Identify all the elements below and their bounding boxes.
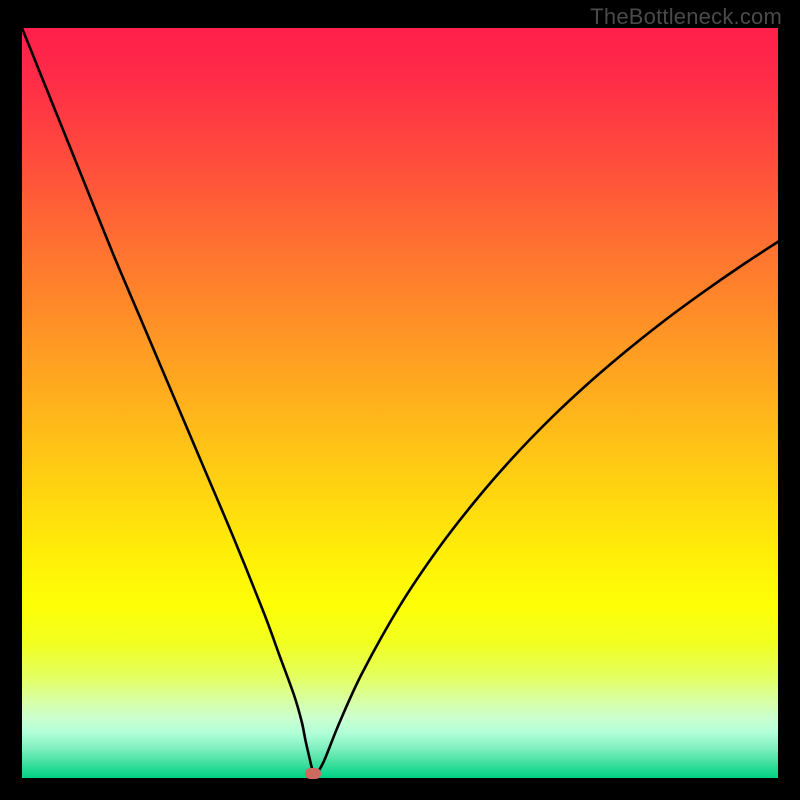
optimal-point-marker bbox=[305, 768, 321, 779]
curve-svg bbox=[22, 28, 778, 778]
bottleneck-curve-path bbox=[22, 28, 778, 775]
chart-frame: TheBottleneck.com bbox=[0, 0, 800, 800]
watermark-text: TheBottleneck.com bbox=[590, 4, 782, 30]
plot-area bbox=[22, 28, 778, 778]
